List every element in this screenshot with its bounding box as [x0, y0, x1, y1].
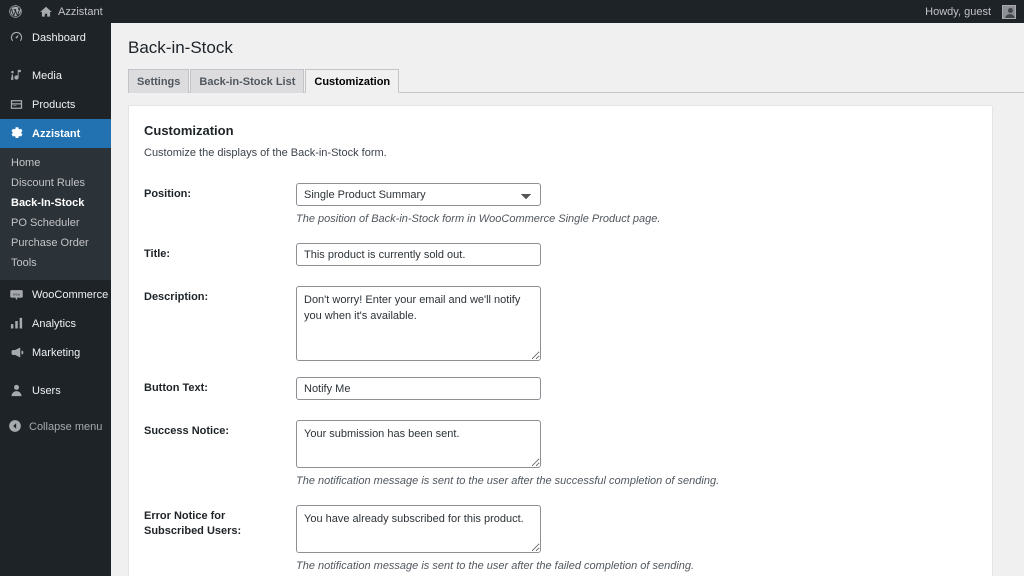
- error-notice-help-text: The notification message is sent to the …: [296, 560, 695, 572]
- sidebar-item-label: Analytics: [32, 317, 77, 330]
- site-name-label: Azzistant: [58, 5, 103, 18]
- customization-card: Customization Customize the displays of …: [128, 105, 993, 576]
- success-notice-help-text: The notification message is sent to the …: [296, 475, 720, 487]
- description-textarea[interactable]: Don't worry! Enter your email and we'll …: [296, 286, 541, 361]
- form-row-success-notice: Success Notice: Your submission has been…: [141, 410, 974, 495]
- sidebar-separator: [0, 405, 111, 414]
- sidebar-subitem-purchase-order[interactable]: Purchase Order: [0, 233, 111, 253]
- sidebar-item-label: Azzistant: [32, 127, 81, 140]
- site-name-menu[interactable]: Azzistant: [31, 0, 111, 23]
- sidebar-item-label: Products: [32, 98, 76, 111]
- sidebar-item-label: WooCommerce: [32, 288, 109, 301]
- button-text-input[interactable]: [296, 377, 541, 400]
- sidebar-subitem-home[interactable]: Home: [0, 153, 111, 173]
- admin-bar: Azzistant Howdy, guest: [0, 0, 1024, 23]
- sidebar-item-label: Marketing: [32, 346, 81, 359]
- sidebar-item-analytics[interactable]: Analytics: [0, 309, 111, 338]
- error-notice-label: Error Notice for Subscribed Users:: [144, 510, 242, 537]
- products-icon: [8, 96, 25, 113]
- dashboard-icon: [8, 29, 25, 46]
- sidebar-subitem-po-scheduler[interactable]: PO Scheduler: [0, 213, 111, 233]
- collapse-menu-label: Collapse menu: [29, 421, 103, 433]
- tab-settings[interactable]: Settings: [128, 69, 190, 93]
- form-row-description: Description: Don't worry! Enter your ema…: [141, 276, 974, 367]
- avatar: [1002, 4, 1016, 19]
- title-label: Title:: [144, 248, 171, 260]
- tab-customization[interactable]: Customization: [305, 69, 400, 93]
- collapse-menu-button[interactable]: Collapse menu: [0, 414, 111, 440]
- my-account-menu[interactable]: Howdy, guest: [917, 0, 1024, 23]
- form-row-button-text: Button Text:: [141, 367, 974, 410]
- gear-icon: [8, 125, 25, 142]
- sidebar-item-woocommerce[interactable]: woo WooCommerce: [0, 280, 111, 309]
- sidebar-subitem-back-in-stock[interactable]: Back-In-Stock: [0, 193, 111, 213]
- form-row-error-notice: Error Notice for Subscribed Users: You h…: [141, 495, 974, 576]
- tab-back-in-stock-list[interactable]: Back-in-Stock List: [190, 69, 305, 93]
- sidebar-item-label: Dashboard: [32, 31, 86, 44]
- home-icon: [39, 5, 53, 19]
- users-icon: [8, 382, 25, 399]
- sidebar-item-dashboard[interactable]: Dashboard: [0, 23, 111, 52]
- howdy-label: Howdy, guest: [925, 5, 991, 18]
- sidebar-separator: [0, 367, 111, 376]
- form-row-title: Title:: [141, 233, 974, 276]
- analytics-icon: [8, 315, 25, 332]
- admin-sidebar-menu: Dashboard Media Products Azzistant Home …: [0, 23, 111, 576]
- sidebar-submenu-azzistant: Home Discount Rules Back-In-Stock PO Sch…: [0, 148, 111, 280]
- sidebar-item-marketing[interactable]: Marketing: [0, 338, 111, 367]
- position-label: Position:: [144, 188, 192, 200]
- title-input[interactable]: [296, 243, 541, 266]
- main-content: Back-in-Stock Settings Back-in-Stock Lis…: [111, 23, 1024, 576]
- sidebar-item-media[interactable]: Media: [0, 61, 111, 90]
- description-label: Description:: [144, 291, 209, 303]
- position-help-text: The position of Back-in-Stock form in Wo…: [296, 213, 661, 225]
- wp-logo-menu[interactable]: [0, 0, 31, 23]
- svg-text:woo: woo: [13, 292, 20, 296]
- sidebar-separator: [0, 52, 111, 61]
- customization-form: Position: Single Product Summary The pos…: [141, 173, 974, 576]
- sidebar-item-azzistant[interactable]: Azzistant: [0, 119, 111, 148]
- sidebar-item-label: Media: [32, 69, 62, 82]
- card-heading: Customization: [144, 123, 234, 138]
- sidebar-subitem-discount-rules[interactable]: Discount Rules: [0, 173, 111, 193]
- position-select[interactable]: Single Product Summary: [296, 183, 541, 206]
- tab-bar: Settings Back-in-Stock List Customizatio…: [128, 69, 1024, 93]
- collapse-arrow-icon: [8, 419, 22, 436]
- success-notice-label: Success Notice:: [144, 425, 229, 437]
- wordpress-logo-icon: [8, 4, 23, 19]
- error-notice-textarea[interactable]: You have already subscribed for this pro…: [296, 505, 541, 553]
- success-notice-textarea[interactable]: Your submission has been sent.: [296, 420, 541, 468]
- media-icon: [8, 67, 25, 84]
- sidebar-item-products[interactable]: Products: [0, 90, 111, 119]
- woocommerce-icon: woo: [8, 286, 25, 303]
- marketing-icon: [8, 344, 25, 361]
- sidebar-subitem-tools[interactable]: Tools: [0, 253, 111, 273]
- form-row-position: Position: Single Product Summary The pos…: [141, 173, 974, 233]
- sidebar-item-label: Users: [32, 384, 61, 397]
- button-text-label: Button Text:: [144, 382, 208, 394]
- sidebar-item-users[interactable]: Users: [0, 376, 111, 405]
- page-title: Back-in-Stock: [128, 38, 233, 57]
- card-description: Customize the displays of the Back-in-St…: [144, 147, 387, 159]
